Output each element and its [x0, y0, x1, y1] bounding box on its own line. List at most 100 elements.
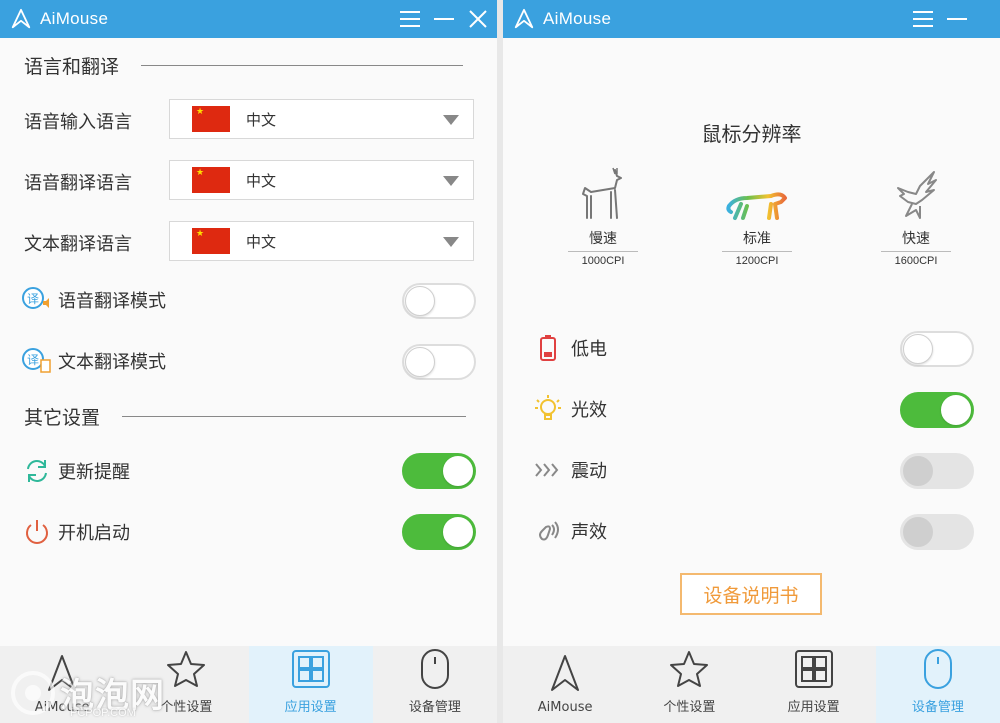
startup-row: 开机启动 [22, 517, 130, 547]
startup-toggle[interactable] [402, 514, 476, 550]
star-icon [165, 648, 207, 690]
voice-translate-mode-toggle[interactable] [402, 283, 476, 319]
vibration-row: 震动 [533, 455, 607, 485]
aimouse-logo-icon [11, 8, 31, 29]
nav-label: AiMouse [537, 700, 593, 715]
nav-aimouse[interactable]: AiMouse [0, 646, 124, 723]
sound-effect-label: 声效 [571, 522, 607, 543]
voice-translate-icon: 译 [22, 285, 52, 315]
light-effect-toggle[interactable] [900, 392, 974, 428]
mouse-resolution-title: 鼠标分辨率 [701, 122, 802, 146]
light-bulb-icon [533, 394, 563, 424]
startup-label: 开机启动 [58, 523, 130, 544]
nav-device-management[interactable]: 设备管理 [373, 646, 497, 723]
speed-cpi: 1200CPI [735, 255, 779, 267]
voice-translate-language-select[interactable]: ★ 中文 [169, 160, 474, 200]
text-translate-mode-toggle[interactable] [402, 344, 476, 380]
bottom-nav: AiMouse 个性设置 应用设置 设备管理 [503, 646, 1000, 723]
china-flag-icon: ★ [192, 167, 230, 193]
grid-icon [793, 648, 835, 690]
power-icon [22, 517, 52, 547]
minimize-icon[interactable] [431, 6, 457, 32]
nav-device-management[interactable]: 设备管理 [875, 646, 1000, 723]
vibration-label: 震动 [571, 461, 607, 482]
bottom-nav: AiMouse 个性设置 应用设置 设备管理 [0, 646, 497, 723]
nav-label: 设备管理 [911, 700, 964, 715]
deer-icon [548, 162, 658, 224]
section-title: 语言和翻译 [24, 56, 120, 78]
svg-text:译: 译 [27, 353, 39, 367]
sound-wave-icon [533, 516, 563, 546]
device-manual-button[interactable]: 设备说明书 [680, 573, 822, 615]
nav-label: 设备管理 [408, 700, 461, 715]
vibration-toggle[interactable] [900, 453, 974, 489]
eagle-icon [861, 162, 971, 224]
star-icon [668, 648, 710, 690]
speed-cpi: 1000CPI [581, 255, 625, 267]
dropdown-arrow-icon [443, 237, 459, 247]
battery-icon [533, 333, 563, 363]
update-reminder-label: 更新提醒 [58, 462, 130, 483]
grid-icon [290, 648, 332, 690]
close-icon[interactable] [465, 6, 491, 32]
titlebar: AiMouse [503, 0, 1000, 38]
speed-option-slow[interactable]: 慢速 1000CPI [548, 162, 658, 267]
divider [122, 416, 467, 417]
speed-option-fast[interactable]: 快速 1600CPI [861, 162, 971, 267]
svg-text:译: 译 [27, 292, 39, 306]
update-reminder-toggle[interactable] [402, 453, 476, 489]
nav-label: 个性设置 [160, 700, 213, 715]
nav-app-settings[interactable]: 应用设置 [248, 646, 373, 723]
light-effect-row: 光效 [533, 394, 607, 424]
selected-value: 中文 [246, 110, 277, 129]
low-battery-toggle[interactable] [900, 331, 974, 367]
minimize-icon[interactable] [944, 6, 970, 32]
menu-icon[interactable] [397, 6, 423, 32]
voice-input-language-select[interactable]: ★ 中文 [169, 99, 474, 139]
nav-label: AiMouse [34, 700, 90, 715]
voice-translate-language-label: 语音翻译语言 [24, 173, 132, 194]
aimouse-logo-icon [41, 652, 83, 694]
nav-label: 应用设置 [787, 700, 840, 715]
section-language-translation: 语言和翻译 [24, 52, 464, 79]
nav-personal-settings[interactable]: 个性设置 [124, 646, 248, 723]
nav-aimouse[interactable]: AiMouse [503, 646, 627, 723]
divider [141, 65, 464, 66]
speed-option-standard[interactable]: 标准 1200CPI [702, 162, 812, 267]
text-translate-mode-row: 译 文本翻译模式 [22, 346, 166, 376]
dropdown-arrow-icon [443, 176, 459, 186]
app-title: AiMouse [543, 9, 612, 28]
low-battery-label: 低电 [571, 339, 607, 360]
text-translate-mode-label: 文本翻译模式 [58, 352, 166, 373]
app-title: AiMouse [40, 9, 109, 28]
voice-translate-mode-label: 语音翻译模式 [58, 291, 166, 312]
section-title: 其它设置 [24, 407, 101, 429]
text-translate-language-select[interactable]: ★ 中文 [169, 221, 474, 261]
speed-name: 快速 [881, 228, 951, 252]
nav-label: 个性设置 [663, 700, 716, 715]
nav-personal-settings[interactable]: 个性设置 [627, 646, 751, 723]
voice-input-language-label: 语音输入语言 [24, 112, 132, 133]
mouse-icon [917, 648, 959, 690]
speed-cpi: 1600CPI [894, 255, 938, 267]
text-translate-icon: 译 [22, 346, 52, 376]
sound-effect-row: 声效 [533, 516, 607, 546]
text-translate-language-label: 文本翻译语言 [24, 234, 132, 255]
selected-value: 中文 [246, 171, 277, 190]
update-reminder-row: 更新提醒 [22, 456, 130, 486]
menu-icon[interactable] [910, 6, 936, 32]
dropdown-arrow-icon [443, 115, 459, 125]
low-battery-row: 低电 [533, 333, 607, 363]
sound-effect-toggle[interactable] [900, 514, 974, 550]
china-flag-icon: ★ [192, 228, 230, 254]
titlebar: AiMouse [0, 0, 497, 38]
nav-app-settings[interactable]: 应用设置 [752, 646, 876, 723]
leopard-icon [702, 162, 812, 224]
section-other-settings: 其它设置 [24, 403, 467, 430]
selected-value: 中文 [246, 232, 277, 251]
speed-name: 慢速 [568, 228, 638, 252]
speed-name: 标准 [722, 228, 792, 252]
aimouse-logo-icon [514, 8, 534, 29]
china-flag-icon: ★ [192, 106, 230, 132]
light-effect-label: 光效 [571, 400, 607, 421]
